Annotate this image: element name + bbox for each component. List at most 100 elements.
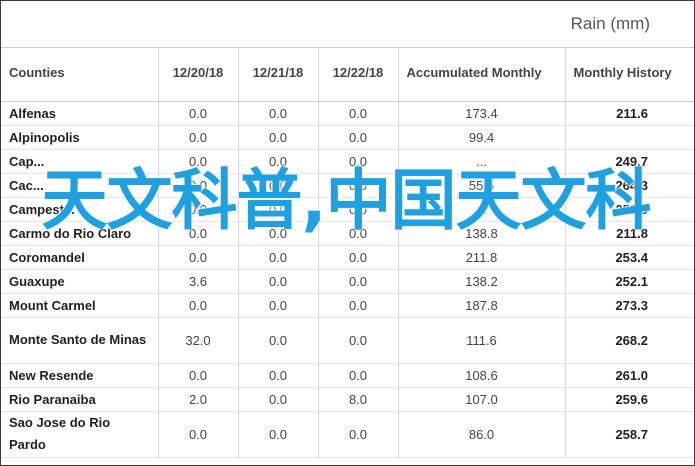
col-header-accumulated[interactable]: Accumulated Monthly [398, 48, 566, 102]
rain-table: Counties 12/20/18 12/21/18 12/22/18 Accu… [1, 48, 694, 458]
date-2-cell: 0.0 [238, 197, 319, 222]
table-row: Carmo do Rio Claro 0.0 0.0 0.0 138.8 211.8 [1, 221, 694, 246]
date-1-cell: 0.0 [158, 125, 239, 150]
date-3-cell: 0.0 [318, 125, 399, 150]
accumulated-cell: 55.5 [398, 173, 566, 198]
accumulated-cell: 111.6 [398, 317, 566, 364]
date-3-cell: 0.0 [318, 173, 399, 198]
date-3-cell: 0.0 [318, 269, 399, 294]
date-3-cell: 0.0 [318, 197, 399, 222]
date-3-cell: 8.0 [318, 387, 399, 412]
county-cell: Mount Carmel [1, 293, 159, 318]
date-1-cell: 0.0 [158, 245, 239, 270]
table-row: Campest... 0.0 0.0 0.0... 252.9 [1, 197, 694, 222]
accumulated-cell: ... [398, 197, 566, 222]
history-cell: 258.7 [565, 411, 694, 458]
table-row: Rio Paranaiba 2.0 0.0 8.0 107.0 259.6 [1, 387, 694, 412]
table-row: Alfenas 0.0 0.0 0.0 173.4 211.6 [1, 101, 694, 126]
table-row: Sao Jose do Rio Pardo 0.0 0.0 0.0 86.0 258.7 [1, 411, 694, 458]
accumulated-cell: 173.4 [398, 101, 566, 126]
date-1-cell: 32.0 [158, 317, 239, 364]
date-1-cell: 0.0 [158, 101, 239, 126]
date-3-cell: 0.0 [318, 221, 399, 246]
accumulated-cell: 187.8 [398, 293, 566, 318]
county-cell: Carmo do Rio Claro [1, 221, 159, 246]
table-row: Cac... 0.0 0.0 0.0 55.5 264.3 [1, 173, 694, 198]
county-cell: New Resende [1, 363, 159, 388]
date-2-cell: 0.0 [238, 125, 319, 150]
col-header-date-2[interactable]: 12/21/18 [238, 48, 319, 102]
history-cell: 253.4 [565, 245, 694, 270]
accumulated-cell: 99.4 [398, 125, 566, 150]
history-cell: 252.1 [565, 269, 694, 294]
date-2-cell: 0.0 [238, 317, 319, 364]
table-row: Monte Santo de Minas 32.0 0.0 0.0 111.6 268.2 [1, 317, 694, 364]
date-1-cell: 3.6 [158, 269, 239, 294]
history-cell: 264.3 [565, 173, 694, 198]
county-cell: Cap... [1, 149, 159, 174]
date-3-cell: 0.0 [318, 411, 399, 458]
date-1-cell: 0.0 [158, 363, 239, 388]
date-2-cell: 0.0 [238, 221, 319, 246]
accumulated-cell: 211.8 [398, 245, 566, 270]
history-cell: 249.7 [565, 149, 694, 174]
date-3-cell: 0.0 [318, 293, 399, 318]
table-row: Guaxupe 3.6 0.0 0.0 138.2 252.1 [1, 269, 694, 294]
history-cell: 273.3 [565, 293, 694, 318]
date-1-cell: 0.0 [158, 293, 239, 318]
date-2-cell: 0.0 [238, 411, 319, 458]
table-title: Rain (mm) [570, 14, 650, 33]
county-cell: Sao Jose do Rio Pardo [1, 411, 159, 458]
title-row: Rain (mm) [1, 1, 694, 48]
date-2-cell: 0.0 [238, 245, 319, 270]
history-cell [565, 125, 694, 150]
date-1-cell: 0.0 [158, 197, 239, 222]
col-header-history[interactable]: Monthly History [565, 48, 694, 102]
date-2-cell: 0.0 [238, 101, 319, 126]
date-3-cell: 0.0 [318, 245, 399, 270]
county-cell: Monte Santo de Minas [1, 317, 159, 364]
date-1-cell: 0.0 [158, 173, 239, 198]
date-1-cell: 2.0 [158, 387, 239, 412]
accumulated-cell: 108.6 [398, 363, 566, 388]
date-1-cell: 0.0 [158, 149, 239, 174]
accumulated-cell: 138.2 [398, 269, 566, 294]
rain-table-widget: Rain (mm) Counties 12/20/18 12/21/18 12/… [0, 0, 695, 466]
col-header-counties[interactable]: Counties [1, 48, 159, 102]
history-cell: 268.2 [565, 317, 694, 364]
county-cell: Rio Paranaiba [1, 387, 159, 412]
history-cell: 261.0 [565, 363, 694, 388]
table-row: Mount Carmel 0.0 0.0 0.0 187.8 273.3 [1, 293, 694, 318]
history-cell: 211.6 [565, 101, 694, 126]
col-header-date-1[interactable]: 12/20/18 [158, 48, 239, 102]
date-2-cell: 0.0 [238, 363, 319, 388]
col-header-date-3[interactable]: 12/22/18 [318, 48, 399, 102]
accumulated-cell: 107.0 [398, 387, 566, 412]
date-1-cell: 0.0 [158, 221, 239, 246]
table-body: Alfenas 0.0 0.0 0.0 173.4 211.6 Alpinopolis 0.0… [1, 101, 694, 458]
date-2-cell: 0.0 [238, 149, 319, 174]
county-cell: Cac... [1, 173, 159, 198]
county-cell: Alpinopolis [1, 125, 159, 150]
date-3-cell: 0.0 [318, 101, 399, 126]
date-3-cell: 0.0 [318, 317, 399, 364]
date-2-cell: 0.0 [238, 387, 319, 412]
history-cell: 252.9 [565, 197, 694, 222]
accumulated-cell: 138.8 [398, 221, 566, 246]
table-row: Coromandel 0.0 0.0 0.0 211.8 253.4 [1, 245, 694, 270]
header-row: Counties 12/20/18 12/21/18 12/22/18 Accu… [1, 48, 694, 102]
date-3-cell: 0.0 [318, 363, 399, 388]
county-cell: Coromandel [1, 245, 159, 270]
county-cell: Guaxupe [1, 269, 159, 294]
date-3-cell: 0.0 [318, 149, 399, 174]
county-cell: Alfenas [1, 101, 159, 126]
history-cell: 259.6 [565, 387, 694, 412]
accumulated-cell: 86.0 [398, 411, 566, 458]
table-row: Alpinopolis 0.0 0.0 0.0 99.4 [1, 125, 694, 150]
history-cell: 211.8 [565, 221, 694, 246]
date-1-cell: 0.0 [158, 411, 239, 458]
date-2-cell: 0.0 [238, 293, 319, 318]
accumulated-cell: ... [398, 149, 566, 174]
county-cell: Campest... [1, 197, 159, 222]
table-row: Cap... 0.0 0.0 0.0... 249.7 [1, 149, 694, 174]
